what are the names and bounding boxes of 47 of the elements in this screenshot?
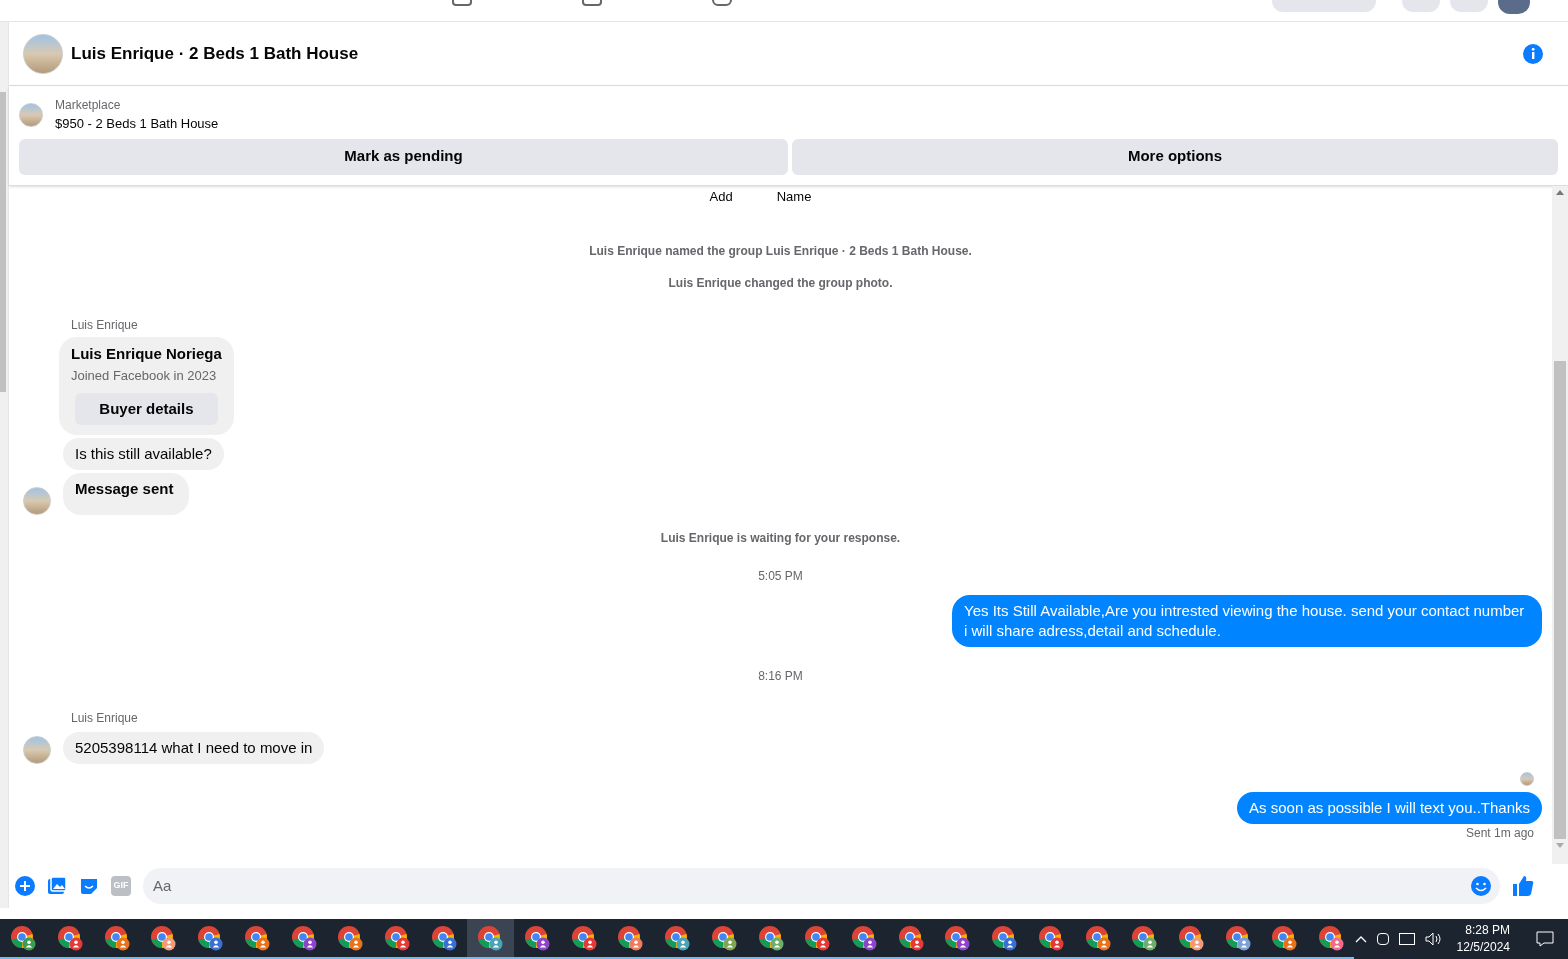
thumbs-up-icon[interactable] (1512, 875, 1534, 897)
clock-time[interactable]: 8:28 PM (1465, 922, 1510, 939)
profile-detail: Joined Facebook in 2023 (71, 366, 218, 385)
system-notice: Luis Enrique is waiting for your response. (660, 530, 901, 547)
scrollbar-thumb[interactable] (0, 92, 6, 392)
listing-title: $950 - 2 Beds 1 Bath House (55, 115, 219, 133)
chevron-up-icon[interactable] (1354, 935, 1367, 943)
sent-status: Sent 1m ago (1465, 825, 1534, 842)
message-bubble: 5205398114 what I need to move in (63, 732, 325, 764)
scroll-up-icon[interactable] (1556, 189, 1564, 195)
profile-name: Luis Enrique Noriega (71, 344, 222, 364)
message-bubble: Yes Its Still Available,Are you intrested viewing the house. send your contact number i will share adress,detail and schedule. (952, 595, 1542, 647)
timestamp: 8:16 PM (758, 668, 803, 685)
network-icon[interactable] (1398, 933, 1415, 945)
system-notice: Luis Enrique changed the group photo. (668, 275, 893, 292)
system-notice: Luis Enrique named the group Luis Enrique · 2 Beds 1 Bath House. (589, 243, 972, 260)
message-bubble: As soon as possible I will text you..Thanks (1237, 792, 1542, 824)
message-bubble: Is this still available? (63, 438, 224, 470)
chrome-taskbar-button[interactable] (467, 919, 514, 959)
emoji-icon[interactable] (1470, 875, 1492, 897)
volume-icon[interactable] (1424, 932, 1441, 946)
meet-now-icon[interactable] (1376, 933, 1389, 945)
clock-date[interactable]: 12/5/2024 (1456, 939, 1510, 956)
info-icon[interactable] (1522, 42, 1544, 65)
message-bubble: Message sent (63, 473, 190, 515)
sender-name: Luis Enrique (71, 711, 138, 725)
sender-name: Luis Enrique (71, 318, 138, 332)
image-icon[interactable] (47, 876, 67, 896)
sticker-icon[interactable] (79, 876, 99, 896)
notifications-icon[interactable] (1536, 930, 1554, 948)
listing-source: Marketplace (55, 97, 122, 114)
scrollbar-thumb[interactable] (1554, 360, 1566, 839)
group-action-link[interactable]: Add (709, 186, 733, 206)
avatar-photo (23, 736, 51, 764)
seen-avatar-photo (1520, 772, 1534, 786)
avatar-photo (23, 487, 51, 515)
message-field[interactable]: Aa (143, 868, 1500, 904)
timestamp: 5:05 PM (758, 568, 803, 585)
chat-title: Luis Enrique · 2 Beds 1 Bath House (71, 42, 359, 65)
listing-action-button[interactable]: More options (792, 138, 1558, 175)
buyer-details-button[interactable]: Buyer details (75, 393, 218, 425)
group-photo (23, 33, 63, 74)
listing-photo (19, 102, 43, 127)
listing-action-button[interactable]: Mark as pending (19, 138, 788, 175)
message-input[interactable]: Aa (153, 874, 1470, 898)
group-action-link[interactable]: Name (776, 186, 812, 206)
plus-icon[interactable] (15, 876, 35, 896)
